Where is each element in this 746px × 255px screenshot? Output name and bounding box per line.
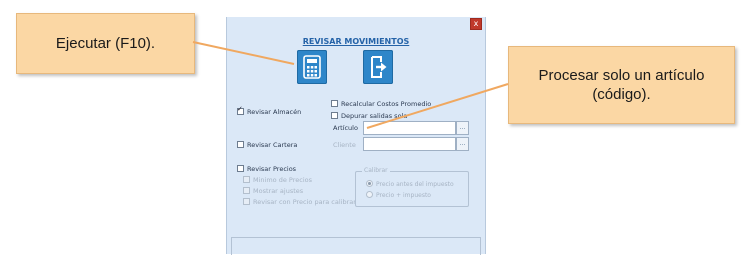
dialog-title: REVISAR MOVIMIENTOS (302, 37, 410, 46)
callout-process-single: Procesar solo un artículo (código). (508, 46, 735, 124)
check-label: Recalcular Costos Promedio (341, 100, 432, 108)
radio-dot (366, 191, 373, 198)
calculator-icon (303, 55, 321, 79)
check-revisar-almacen[interactable]: Revisar Almacén (237, 105, 302, 116)
calibrar-group: Calibrar Precio antes del impuesto Preci… (355, 167, 469, 207)
exit-button[interactable] (363, 50, 393, 84)
check-label: Mostrar ajustes (253, 187, 304, 195)
checkbox-box (243, 175, 250, 183)
check-label: Revisar con Precio para calibrar (253, 198, 356, 206)
cliente-lookup-button[interactable]: ... (456, 137, 469, 151)
check-label: Revisar Precios (247, 165, 297, 173)
radio-precio-antes-impuesto[interactable]: Precio antes del impuesto (366, 180, 454, 188)
articulo-lookup-button[interactable]: ... (456, 121, 469, 135)
checkbox-box (237, 105, 244, 115)
checkbox-box (331, 111, 338, 119)
articulo-label: Artículo (333, 124, 358, 132)
check-recalcular-costos[interactable]: Recalcular Costos Promedio (331, 99, 432, 108)
cliente-label: Cliente (333, 141, 356, 149)
status-panel (231, 237, 481, 255)
review-movements-dialog: x REVISAR MOVIMIENTOS Revisar Almacén Re… (226, 17, 486, 255)
check-label: Revisar Cartera (247, 141, 298, 149)
check-revisar-cartera[interactable]: Revisar Cartera (237, 140, 298, 149)
articulo-input[interactable] (363, 121, 456, 135)
check-label: Minimo de Precios (253, 176, 312, 184)
radio-dot (366, 180, 373, 187)
checkbox-box (243, 197, 250, 205)
checkbox-box (331, 99, 338, 107)
checkbox-box (237, 140, 244, 148)
radio-label: Precio antes del impuesto (376, 181, 454, 188)
check-label: Depurar salidas sola (341, 112, 408, 120)
radio-precio-mas-impuesto[interactable]: Precio + impuesto (366, 191, 431, 199)
callout-execute: Ejecutar (F10). (16, 13, 195, 74)
checkbox-box (243, 186, 250, 194)
check-label: Revisar Almacén (247, 108, 302, 116)
exit-arrow-icon (371, 56, 387, 78)
close-button[interactable]: x (470, 18, 482, 30)
check-mostrar-ajustes[interactable]: Mostrar ajustes (243, 186, 304, 195)
checkbox-box (237, 164, 244, 172)
check-depurar-salidas[interactable]: Depurar salidas sola (331, 111, 408, 120)
check-minimo-precios[interactable]: Minimo de Precios (243, 175, 312, 184)
cliente-input[interactable] (363, 137, 456, 151)
group-legend: Calibrar (362, 167, 390, 174)
check-revisar-precio-calibrar[interactable]: Revisar con Precio para calibrar (243, 197, 356, 206)
radio-label: Precio + impuesto (376, 192, 431, 199)
check-revisar-precios[interactable]: Revisar Precios (237, 164, 297, 173)
execute-button[interactable] (297, 50, 327, 84)
